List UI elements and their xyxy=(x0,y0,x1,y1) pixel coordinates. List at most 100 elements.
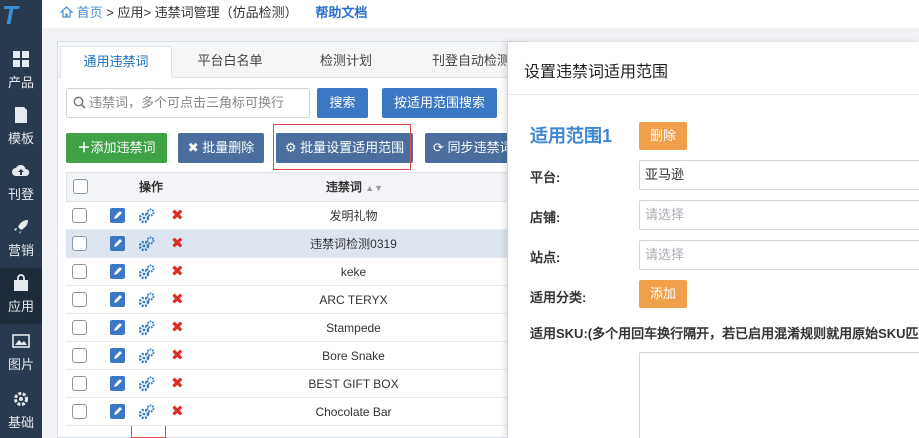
batch-delete-button[interactable]: ✖ 批量删除 xyxy=(178,133,264,163)
table-row[interactable]: ✖ BEST GIFT BOX xyxy=(66,370,528,398)
delete-icon[interactable]: ✖ xyxy=(171,206,184,224)
sidebar-item-basic[interactable]: 基础 xyxy=(0,384,42,438)
table-row[interactable]: ✖ Stampede xyxy=(66,314,528,342)
row-checkbox[interactable] xyxy=(72,348,87,363)
row-checkbox[interactable] xyxy=(72,404,87,419)
plus-icon: ＋ xyxy=(77,140,91,155)
sidebar-item-templates[interactable]: 模板 xyxy=(0,100,42,156)
sync-words-label: 同步违禁词 xyxy=(447,140,513,155)
gears-icon[interactable] xyxy=(138,208,155,224)
row-checkbox[interactable] xyxy=(72,236,87,251)
sidebar-item-marketing[interactable]: 营销 xyxy=(0,212,42,268)
delete-icon[interactable]: ✖ xyxy=(171,262,184,280)
image-icon xyxy=(12,334,30,348)
highlight-box-batch-scope xyxy=(273,124,411,170)
modal-title: 设置违禁词适用范围 xyxy=(524,64,669,81)
table-header: 操作 违禁词 ▲▼ xyxy=(66,172,528,202)
row-checkbox[interactable] xyxy=(72,292,87,307)
tab-general-words[interactable]: 通用违禁词 xyxy=(60,46,172,78)
gears-icon[interactable] xyxy=(138,264,155,280)
gears-icon[interactable] xyxy=(138,376,155,392)
sidebar-item-publish[interactable]: 刊登 xyxy=(0,156,42,212)
sidebar-item-label: 图片 xyxy=(7,357,34,372)
sidebar-item-images[interactable]: 图片 xyxy=(0,326,42,382)
main-panel: 通用违禁词 平台白名单 检测计划 刊登自动检测 违禁词，多个可点击三角标可换行 … xyxy=(57,41,528,438)
edit-icon[interactable] xyxy=(110,376,125,391)
edit-icon[interactable] xyxy=(110,236,125,251)
word-cell: Chocolate Bar xyxy=(315,405,392,419)
table-row[interactable]: ✖ 发明礼物 xyxy=(66,202,528,230)
add-word-label: 添加违禁词 xyxy=(90,140,156,155)
help-docs-link[interactable]: 帮助文档 xyxy=(315,5,367,20)
header-action: 操作 xyxy=(138,180,163,194)
delete-icon[interactable]: ✖ xyxy=(171,318,184,336)
header-word[interactable]: 违禁词 ▲▼ xyxy=(217,173,492,201)
header-word-label: 违禁词 xyxy=(325,180,362,194)
edit-icon[interactable] xyxy=(110,292,125,307)
row-checkbox[interactable] xyxy=(72,320,87,335)
sidebar: T 产品 模板 刊登 营销 应用 图片 基础 xyxy=(0,0,42,438)
add-category-button[interactable]: 添加 xyxy=(639,280,687,308)
search-button[interactable]: 搜索 xyxy=(317,88,368,118)
gears-icon[interactable] xyxy=(138,348,155,364)
scope-search-button[interactable]: 按适用范围搜索 xyxy=(382,88,497,118)
breadcrumb-path: > 应用> 违禁词管理（仿品检测） xyxy=(106,5,298,20)
table-row[interactable]: ✖ 违禁词检测0319 xyxy=(66,230,528,258)
add-word-button[interactable]: ＋添加违禁词 xyxy=(66,133,167,163)
app-logo: T xyxy=(2,0,18,30)
sku-label: 适用SKU:(多个用回车换行隔开，若已启用混淆规则就用原始SKU匹配 xyxy=(530,326,919,341)
edit-icon[interactable] xyxy=(110,404,125,419)
tab-check-plan[interactable]: 检测计划 xyxy=(296,46,396,78)
platform-label: 平台: xyxy=(530,170,561,185)
row-checkbox[interactable] xyxy=(72,376,87,391)
edit-icon[interactable] xyxy=(110,208,125,223)
breadcrumb: 首页 > 应用> 违禁词管理（仿品检测） 帮助文档 xyxy=(42,0,919,28)
sidebar-item-label: 应用 xyxy=(7,299,34,314)
breadcrumb-home-link[interactable]: 首页 xyxy=(77,5,103,20)
delete-icon[interactable]: ✖ xyxy=(171,374,184,392)
cloud-upload-icon xyxy=(12,164,30,176)
modal-divider xyxy=(508,94,919,95)
delete-icon[interactable]: ✖ xyxy=(171,402,184,420)
sku-textarea[interactable] xyxy=(639,352,919,438)
gears-icon[interactable] xyxy=(138,404,155,420)
table-row[interactable]: ✖ ARC TERYX xyxy=(66,286,528,314)
table-row[interactable]: ✖ Bore Snake xyxy=(66,342,528,370)
gears-icon[interactable] xyxy=(138,320,155,336)
gears-icon[interactable] xyxy=(138,292,155,308)
store-select[interactable]: 请选择 xyxy=(639,200,919,230)
gears-icon[interactable] xyxy=(138,236,155,252)
word-cell: 违禁词检测0319 xyxy=(310,237,397,251)
sidebar-item-apps[interactable]: 应用 xyxy=(0,268,42,324)
platform-select[interactable]: 亚马逊 xyxy=(639,160,919,190)
site-select[interactable]: 请选择 xyxy=(639,240,919,270)
edit-icon[interactable] xyxy=(110,348,125,363)
delete-icon[interactable]: ✖ xyxy=(171,346,184,364)
edit-icon[interactable] xyxy=(110,320,125,335)
scope-modal: 设置违禁词适用范围 适用范围1 删除 平台: 亚马逊 店铺: 请选择 站点: 请… xyxy=(507,42,919,438)
table-row[interactable]: ✖ keke xyxy=(66,258,528,286)
sidebar-item-label: 营销 xyxy=(7,243,34,258)
sidebar-item-products[interactable]: 产品 xyxy=(0,44,42,100)
edit-icon[interactable] xyxy=(110,264,125,279)
word-cell: BEST GIFT BOX xyxy=(308,377,399,391)
word-cell: keke xyxy=(340,265,367,279)
row-checkbox[interactable] xyxy=(72,264,87,279)
rocket-icon xyxy=(14,220,28,234)
word-cell: 发明礼物 xyxy=(329,209,378,223)
delete-icon[interactable]: ✖ xyxy=(171,234,184,252)
delete-scope-button[interactable]: 删除 xyxy=(639,122,687,150)
select-all-checkbox[interactable] xyxy=(73,179,88,194)
sync-icon: ⟳ xyxy=(433,140,444,155)
tab-platform-whitelist[interactable]: 平台白名单 xyxy=(180,46,280,78)
row-checkbox[interactable] xyxy=(72,208,87,223)
delete-icon[interactable]: ✖ xyxy=(171,290,184,308)
search-input[interactable]: 违禁词，多个可点击三角标可换行 xyxy=(66,88,310,118)
gear-icon xyxy=(14,392,28,406)
word-cell: Bore Snake xyxy=(322,349,385,363)
scope-title: 适用范围1 xyxy=(530,126,613,146)
sidebar-item-label: 产品 xyxy=(7,75,34,90)
tab-bar: 通用违禁词 平台白名单 检测计划 刊登自动检测 xyxy=(58,42,528,78)
table-row[interactable]: ✖ Chocolate Bar xyxy=(66,398,528,426)
sidebar-item-label: 刊登 xyxy=(7,187,34,202)
